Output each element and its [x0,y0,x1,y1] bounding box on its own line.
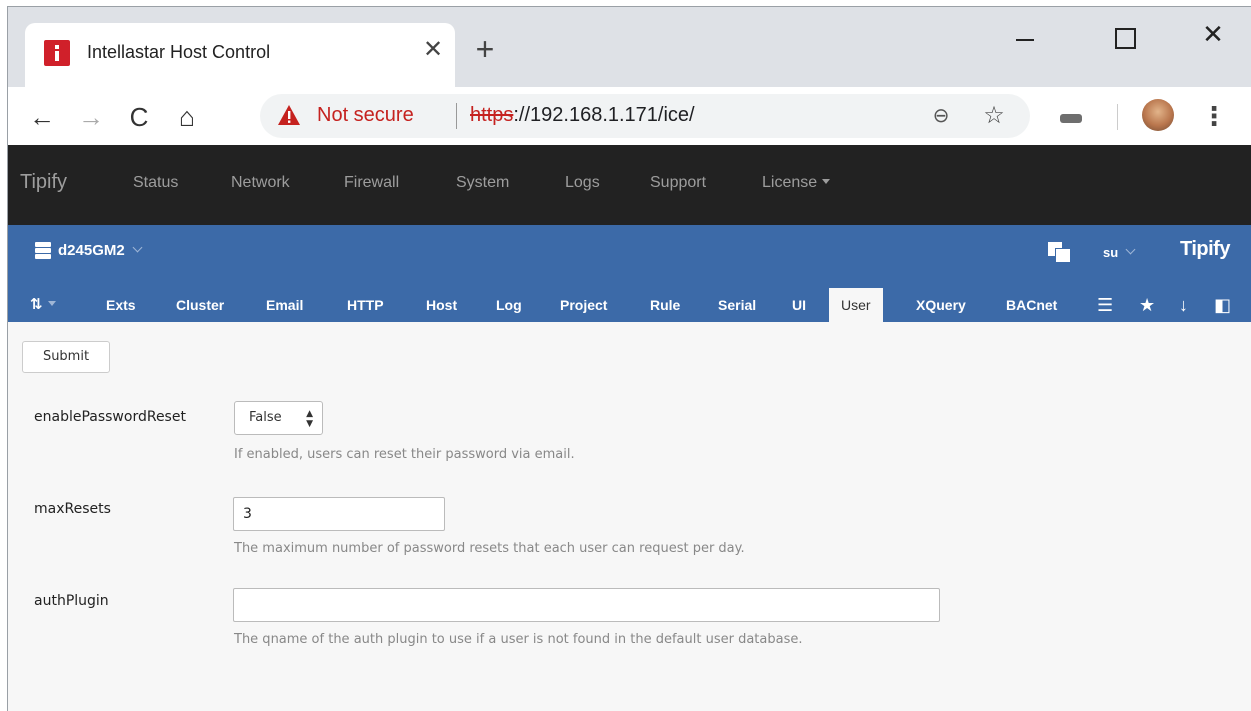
toolbar-divider [1117,104,1118,130]
caret-down-icon [47,301,56,306]
reload-icon[interactable]: C [122,100,156,134]
warning-icon[interactable] [277,104,301,126]
browser-window: Intellastar Host Control ✕ + ✕ ← → C ⌂ N… [7,6,1251,711]
copy-icon[interactable] [1048,242,1072,263]
app-navbar: Tipify Status Network Firewall System Lo… [8,145,1251,225]
settings-form: Submit enablePasswordReset False ▲ ▼ If e… [8,322,1251,711]
tab-log[interactable]: Log [484,288,534,322]
tab-xquery[interactable]: XQuery [904,288,978,322]
tab-exts[interactable]: Exts [94,288,148,322]
field-label-auth-plugin: authPlugin [34,593,109,609]
window-close-button[interactable]: ✕ [1193,17,1233,51]
field-label-enable-password-reset: enablePasswordReset [34,409,186,425]
url-text[interactable]: https://192.168.1.171/ice/ [470,104,695,127]
tab-http[interactable]: HTTP [335,288,396,322]
nav-status[interactable]: Status [133,174,178,192]
omnibox-divider [456,103,457,129]
panel-icon[interactable]: ◧ [1214,294,1231,316]
tab-serial[interactable]: Serial [706,288,768,322]
enable-password-reset-select[interactable]: False ▲ ▼ [234,401,323,435]
user-name: su [1103,245,1119,260]
project-selector[interactable]: d245GM2 [58,242,143,259]
field-label-max-resets: maxResets [34,501,111,517]
home-icon[interactable]: ⌂ [170,100,204,134]
auth-plugin-input[interactable] [233,588,940,622]
tab-rule[interactable]: Rule [638,288,692,322]
browser-toolbar: ← → C ⌂ Not secure https://192.168.1.171… [8,87,1251,145]
security-status[interactable]: Not secure [317,104,414,127]
profile-avatar[interactable] [1142,99,1174,131]
url-path: ://192.168.1.171/ice/ [513,104,695,126]
nav-logs[interactable]: Logs [565,174,600,192]
project-name: d245GM2 [58,242,125,259]
new-tab-button[interactable]: + [470,33,500,65]
nav-license-label: License [762,174,818,191]
browser-menu-icon[interactable]: ⋮ [1201,100,1227,132]
favicon-icon [44,40,70,66]
tab-bacnet[interactable]: BACnet [994,288,1069,322]
settings-tabs: ⇅ Exts Cluster Email HTTP Host Log Proje… [8,288,1251,322]
help-text-auth-plugin: The qname of the auth plugin to use if a… [234,632,803,647]
max-resets-input[interactable]: 3 [233,497,445,531]
brand-link[interactable]: Tipify [20,171,67,194]
tune-icon[interactable]: ⇅ [30,295,56,313]
download-icon[interactable]: ↓ [1179,294,1188,316]
nav-support[interactable]: Support [650,174,706,192]
back-icon[interactable]: ← [25,100,59,134]
tab-cluster[interactable]: Cluster [164,288,236,322]
help-text-enable-password-reset: If enabled, users can reset their passwo… [234,447,575,462]
minimize-button[interactable] [1010,19,1050,53]
tab-user[interactable]: User [829,288,883,322]
tab-project[interactable]: Project [548,288,619,322]
tab-ui[interactable]: UI [780,288,818,322]
address-bar[interactable]: Not secure https://192.168.1.171/ice/ ⊖ … [260,94,1030,138]
tune-glyph: ⇅ [30,296,43,313]
tab-host[interactable]: Host [414,288,469,322]
forward-icon[interactable]: → [74,100,108,134]
help-text-max-resets: The maximum number of password resets th… [234,541,745,556]
nav-firewall[interactable]: Firewall [344,174,399,192]
tab-close-icon[interactable]: ✕ [419,36,447,64]
submit-button[interactable]: Submit [22,341,110,373]
user-menu[interactable]: su [1103,244,1136,260]
zoom-icon[interactable]: ⊖ [928,103,954,129]
url-scheme: https [470,104,514,126]
tab-strip: Intellastar Host Control ✕ + ✕ [8,7,1251,87]
tab-email[interactable]: Email [254,288,315,322]
tab-title: Intellastar Host Control [87,42,271,62]
chevron-down-icon [132,242,143,253]
select-value: False [249,410,282,425]
nav-license-dropdown[interactable]: License [762,174,831,192]
extension-icon[interactable] [1060,114,1082,123]
bookmark-star-icon[interactable]: ☆ [980,102,1008,130]
select-arrows-icon: ▲ ▼ [306,409,313,429]
tipify-logo: Tipify [1180,238,1230,260]
maximize-button[interactable] [1103,19,1143,53]
caret-down-icon [822,179,831,184]
nav-network[interactable]: Network [231,174,290,192]
favorite-star-icon[interactable]: ★ [1139,294,1155,316]
browser-tab[interactable]: Intellastar Host Control ✕ [25,23,455,87]
database-icon [35,242,51,259]
nav-system[interactable]: System [456,174,509,192]
chevron-down-icon [1125,244,1136,255]
list-icon[interactable]: ☰ [1097,294,1113,316]
project-header: d245GM2 su Tipify ⇅ Exts Cluster Email H… [8,225,1251,322]
